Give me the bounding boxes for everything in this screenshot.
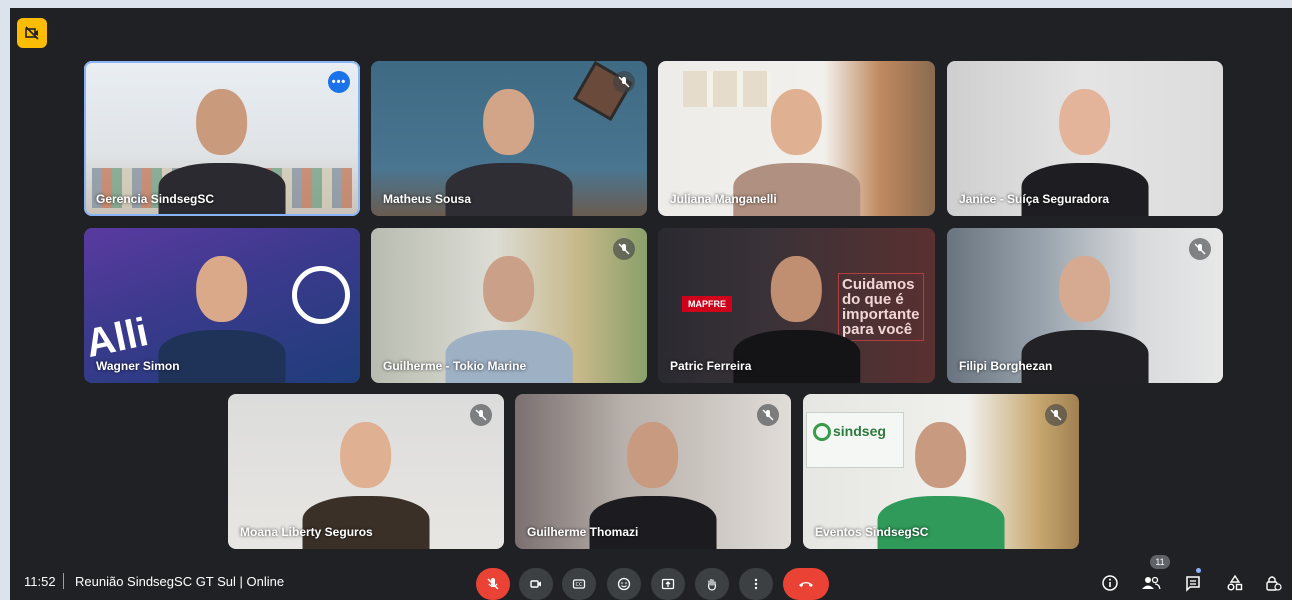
participant-name: Guilherme - Tokio Marine	[383, 359, 527, 373]
meeting-title: Reunião SindsegSC GT Sul | Online	[75, 574, 285, 589]
present-icon[interactable]	[651, 568, 685, 600]
participant-tile[interactable]: Alli Wagner Simon	[84, 228, 360, 383]
participant-name: Matheus Sousa	[383, 192, 472, 206]
mic-off-icon	[613, 238, 635, 260]
mic-off-icon[interactable]	[476, 568, 510, 600]
allianz-logo-icon	[292, 266, 350, 324]
chat-icon[interactable]	[1180, 570, 1206, 596]
participant-tile[interactable]: Guilherme - Tokio Marine	[371, 228, 647, 383]
people-icon[interactable]	[1138, 570, 1164, 596]
divider	[63, 573, 64, 589]
info-icon[interactable]	[1097, 570, 1123, 596]
participant-tile[interactable]: Matheus Sousa	[371, 61, 647, 216]
participant-name: Patric Ferreira	[670, 359, 752, 373]
participant-name: Eventos SindsegSC	[815, 525, 929, 539]
participant-name: Gerencia SindsegSC	[96, 192, 215, 206]
participant-name: Juliana Manganelli	[670, 192, 777, 206]
participant-name: Wagner Simon	[96, 359, 180, 373]
participant-tile[interactable]: Filipi Borghezan	[947, 228, 1223, 383]
participant-tile[interactable]: MAPFRE Cuidamos do que é importante para…	[658, 228, 935, 383]
participant-count-badge: 11	[1150, 555, 1170, 569]
camera-icon[interactable]	[519, 568, 553, 600]
participant-tile[interactable]: Juliana Manganelli	[658, 61, 935, 216]
participant-tile[interactable]: sindseg Eventos SindsegSC	[803, 394, 1079, 549]
participant-tile[interactable]: Moana Liberty Seguros	[228, 394, 504, 549]
participant-tile[interactable]: Guilherme Thomazi	[515, 394, 791, 549]
bottom-toolbar: 11:52 Reunião SindsegSC GT Sul | Online …	[0, 560, 1292, 600]
participant-name: Guilherme Thomazi	[527, 525, 639, 539]
participant-name: Moana Liberty Seguros	[240, 525, 373, 539]
svg-text:CC: CC	[576, 582, 583, 588]
participant-tile[interactable]: ••• Gerencia SindsegSC	[84, 61, 360, 216]
participant-name: Filipi Borghezan	[959, 359, 1053, 373]
mic-off-icon	[470, 404, 492, 426]
more-options-icon[interactable]	[739, 568, 773, 600]
meeting-clock: 11:52	[24, 574, 56, 589]
chat-notification-dot	[1196, 568, 1201, 573]
participant-name: Janice - Suíça Seguradora	[959, 192, 1110, 206]
mic-off-icon	[613, 71, 635, 93]
background-brand-logo: MAPFRE	[682, 296, 732, 312]
more-options-icon[interactable]: •••	[328, 71, 350, 93]
host-controls-icon[interactable]	[1260, 570, 1286, 596]
mic-off-icon	[757, 404, 779, 426]
mic-off-icon	[1189, 238, 1211, 260]
raise-hand-icon[interactable]	[695, 568, 729, 600]
video-off-icon[interactable]	[17, 18, 47, 48]
hangup-icon[interactable]	[783, 568, 829, 600]
participant-tile[interactable]: Janice - Suíça Seguradora	[947, 61, 1223, 216]
captions-icon[interactable]: CC	[562, 568, 596, 600]
activities-icon[interactable]	[1222, 570, 1248, 596]
mic-off-icon	[1045, 404, 1067, 426]
emoji-icon[interactable]	[607, 568, 641, 600]
